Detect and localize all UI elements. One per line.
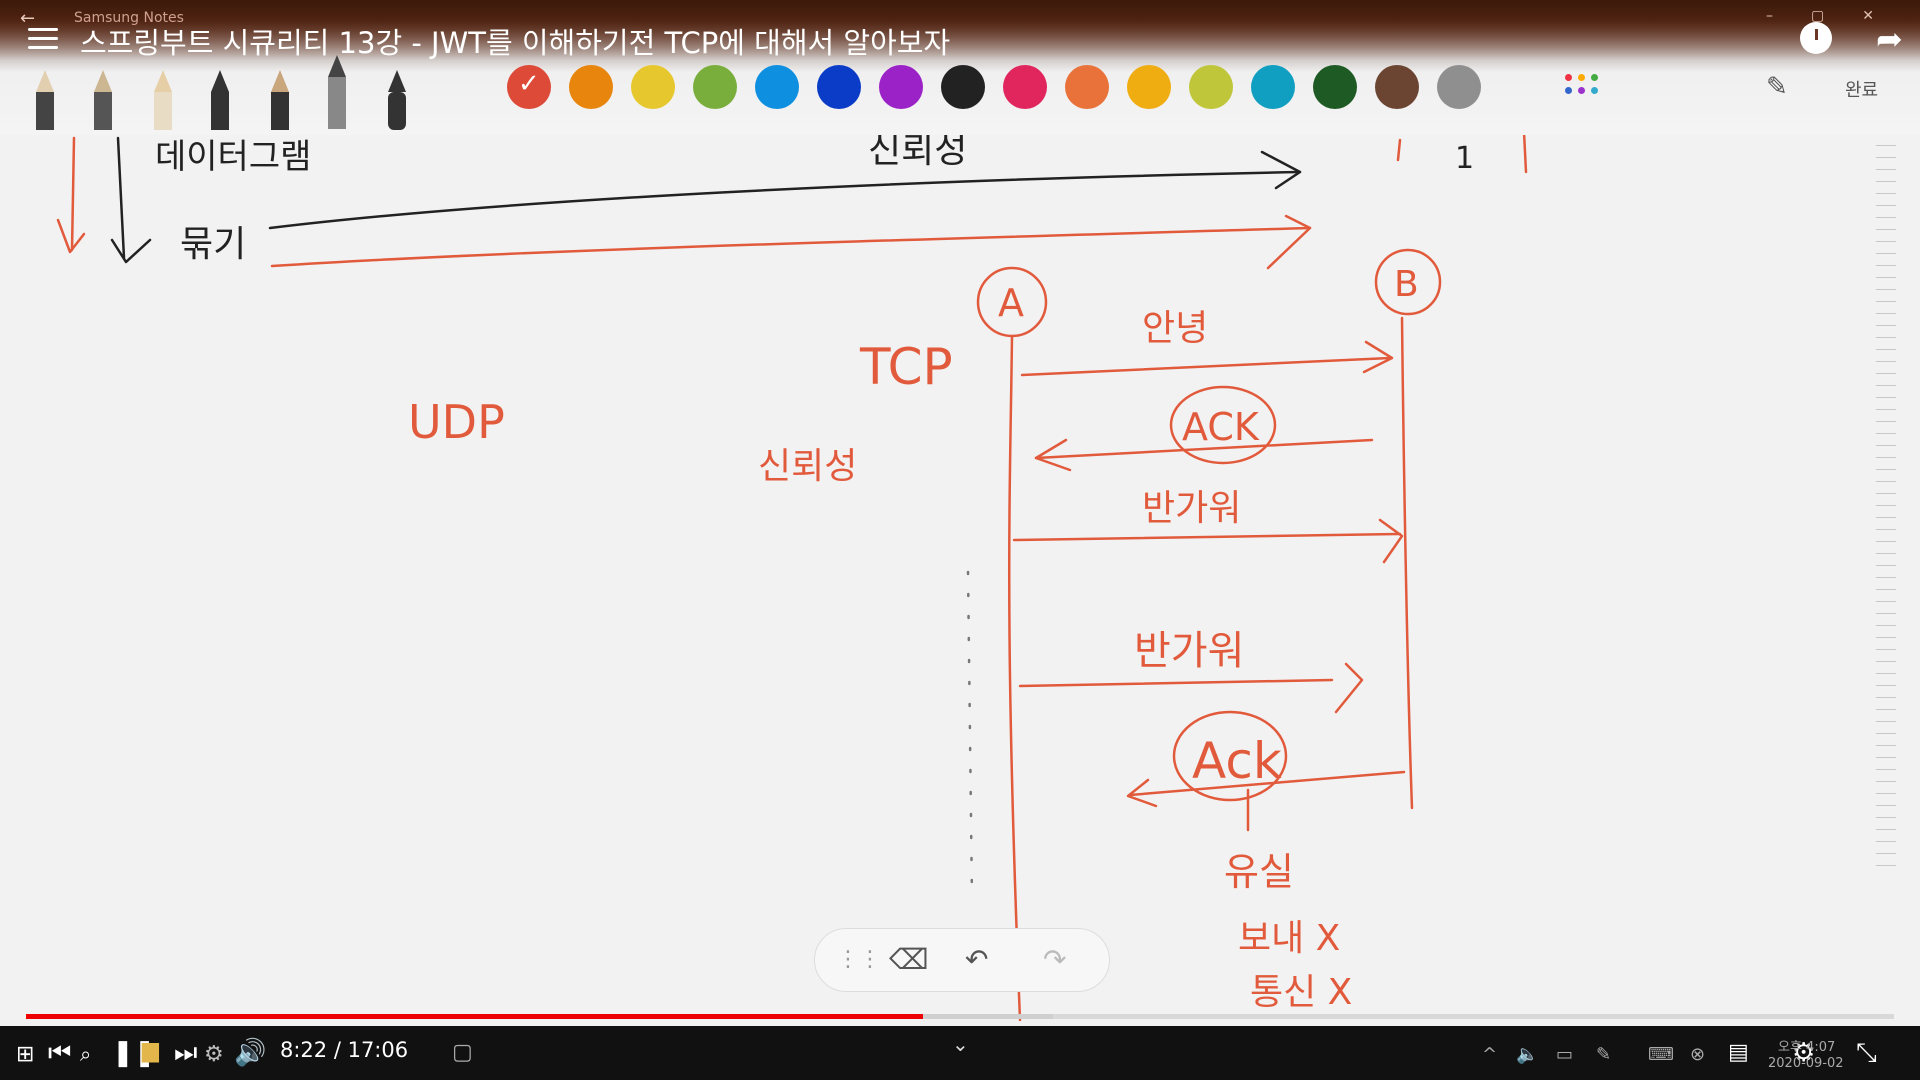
color-swatch[interactable] [1375, 65, 1419, 109]
color-swatch[interactable] [817, 65, 861, 109]
node-b-label: B [1394, 264, 1419, 305]
video-title[interactable]: 스프링부트 시큐리티 13강 - JWT를 이해하기전 TCP에 대해서 알아보… [80, 20, 950, 62]
ack-label-1: ACK [1182, 405, 1260, 449]
reply-arrow-1 [1012, 532, 1402, 542]
video-progress-bar[interactable] [26, 1014, 1894, 1019]
datagram-note: 데이터그램 [155, 137, 311, 177]
greeting-arrow [1020, 356, 1392, 377]
color-swatch[interactable] [569, 65, 613, 109]
back-arrow-icon[interactable]: ← [20, 8, 35, 29]
resend-note: 보내 X [1238, 918, 1340, 959]
pen-marker-icon[interactable] [328, 55, 346, 129]
color-swatch[interactable]: ✓ [507, 65, 551, 109]
keyboard-icon[interactable]: ⌨ [1648, 1044, 1674, 1065]
video-progress [26, 1014, 923, 1019]
red-long-arrow [270, 226, 1312, 268]
pen-brush-icon[interactable] [94, 70, 112, 130]
color-swatch[interactable] [631, 65, 675, 109]
tcp-label: TCP [859, 338, 953, 396]
note-canvas[interactable]: 데이터그램 신뢰성 1 묶기 A B TCP UDP 신뢰성 안녕 ACK 반가… [0, 135, 1920, 1025]
tray-date: 2020-09-02 [1768, 1056, 1844, 1071]
chevron-down-icon[interactable]: ⌄ [952, 1032, 969, 1056]
selected-check-icon: ✓ [518, 69, 540, 99]
pen-fountain-icon[interactable] [211, 70, 229, 130]
floating-edit-tools: ⋮⋮ ⌫ ↶ ↷ [814, 928, 1110, 992]
send-note: 통신 X [1250, 972, 1352, 1013]
color-swatch[interactable] [1003, 65, 1047, 109]
red-down-arrow-shaft [70, 136, 76, 252]
time-display: 8:22 / 17:06 [280, 1038, 409, 1062]
previous-icon[interactable]: ⏮ [48, 1038, 71, 1069]
eyedropper-icon[interactable]: ✎ [1766, 72, 1788, 102]
udp-label: UDP [408, 395, 505, 449]
volume-icon[interactable]: 🔊 [234, 1038, 266, 1068]
black-down-arrow-shaft [116, 136, 126, 260]
tablet-mode-icon[interactable]: ▢ [452, 1040, 473, 1065]
eraser-icon[interactable]: ⌫ [889, 943, 929, 976]
dotted-line [966, 570, 974, 902]
color-swatch[interactable] [1065, 65, 1109, 109]
node-a-lifeline [1007, 334, 1022, 1022]
black-down-arrow-head [110, 238, 152, 264]
exit-fullscreen-icon[interactable]: ⤡ [1856, 1038, 1877, 1069]
color-swatch[interactable] [1313, 65, 1357, 109]
pen-ink-icon[interactable] [271, 70, 289, 130]
settings-gear-icon[interactable]: ⚙ [204, 1042, 224, 1067]
color-swatch[interactable] [879, 65, 923, 109]
greeting-label: 안녕 [1142, 308, 1208, 349]
playlist-menu-icon[interactable] [28, 28, 58, 56]
color-swatch[interactable] [1189, 65, 1233, 109]
reply-label-2: 반가워 [1134, 628, 1244, 674]
black-long-arrow-head [1260, 150, 1302, 190]
red-long-arrow-head [1266, 214, 1312, 270]
redo-icon[interactable]: ↷ [1043, 943, 1066, 976]
reliability-note: 신뢰성 [758, 446, 857, 487]
battery-icon[interactable]: ▭ [1556, 1044, 1573, 1065]
next-icon[interactable]: ⏭ [174, 1038, 197, 1069]
file-explorer-icon[interactable]: ▆ [142, 1038, 159, 1063]
reply-label-1: 반가워 [1142, 488, 1241, 529]
reliability-note-top: 신뢰성 [868, 135, 967, 171]
page-scrollbar[interactable] [1876, 145, 1896, 875]
pen-light-icon[interactable] [36, 70, 54, 130]
color-swatch[interactable] [1437, 65, 1481, 109]
watch-later-icon[interactable] [1800, 22, 1832, 54]
subtitles-icon[interactable]: ▤ [1728, 1040, 1749, 1065]
color-swatch[interactable] [1127, 65, 1171, 109]
color-swatch[interactable] [693, 65, 737, 109]
color-swatch[interactable] [1251, 65, 1295, 109]
windows-start-icon[interactable]: ⊞ [16, 1042, 34, 1067]
palette-dots-icon[interactable] [1565, 72, 1601, 98]
black-long-arrow [268, 170, 1302, 230]
done-button[interactable]: 완료 [1845, 76, 1878, 102]
tray-time: 오후 4:07 [1778, 1040, 1836, 1055]
one-mark: 1 [1455, 141, 1474, 176]
search-icon[interactable]: ⌕ [80, 1042, 91, 1066]
loss-note: 유실 [1224, 850, 1294, 894]
ack-arrow-1-head [1034, 438, 1072, 472]
tray-expand-icon[interactable]: ^ [1482, 1044, 1497, 1065]
reply-arrow-1-head [1378, 518, 1404, 564]
color-swatch[interactable] [755, 65, 799, 109]
reply-arrow-2-head [1334, 662, 1364, 714]
share-icon[interactable]: ➦ [1876, 20, 1903, 58]
close-circle-icon[interactable]: ⊗ [1690, 1044, 1705, 1065]
node-b-lifeline [1400, 316, 1414, 810]
speaker-icon[interactable]: 🔈 [1516, 1044, 1538, 1065]
reply-arrow-2 [1018, 678, 1334, 688]
pen-custom-icon[interactable] [388, 70, 406, 130]
pen-pencil-icon[interactable] [154, 70, 172, 130]
undo-icon[interactable]: ↶ [965, 943, 988, 976]
color-swatch[interactable] [941, 65, 985, 109]
pen-tray-icon[interactable]: ✎ [1596, 1044, 1611, 1065]
drag-handle-icon[interactable]: ⋮⋮ [837, 947, 881, 972]
node-a-label: A [998, 281, 1024, 325]
ack-label-2: Ack [1192, 732, 1282, 790]
order-note: 묶기 [180, 224, 246, 265]
